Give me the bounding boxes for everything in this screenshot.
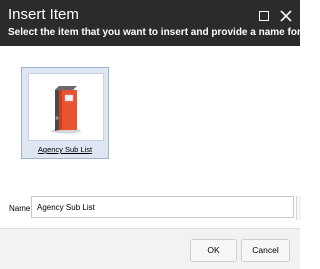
maximize-icon <box>259 11 269 21</box>
cancel-button[interactable]: Cancel <box>241 239 290 262</box>
name-row: Name: <box>0 196 301 220</box>
dialog-title: Insert Item <box>8 6 79 23</box>
close-button[interactable] <box>279 9 293 23</box>
dialog-footer: OK Cancel <box>0 228 300 269</box>
item-tile-agency-sub-list[interactable]: Agency Sub List <box>21 67 109 159</box>
scrollbar[interactable] <box>296 196 301 220</box>
dialog-subtitle: Select the item that you want to insert … <box>8 27 313 38</box>
name-label: Name: <box>9 204 33 213</box>
insert-item-dialog: Insert Item Select the item that you wan… <box>0 0 313 269</box>
maximize-button[interactable] <box>257 9 271 23</box>
item-thumbnail <box>28 73 104 141</box>
ok-button[interactable]: OK <box>190 239 237 262</box>
name-input[interactable] <box>31 196 294 218</box>
close-icon <box>280 10 292 22</box>
dialog-titlebar: Insert Item Select the item that you wan… <box>0 0 313 46</box>
binder-icon <box>51 86 81 134</box>
dialog-content: Agency Sub List Name: <box>0 46 301 228</box>
item-label: Agency Sub List <box>37 145 93 154</box>
